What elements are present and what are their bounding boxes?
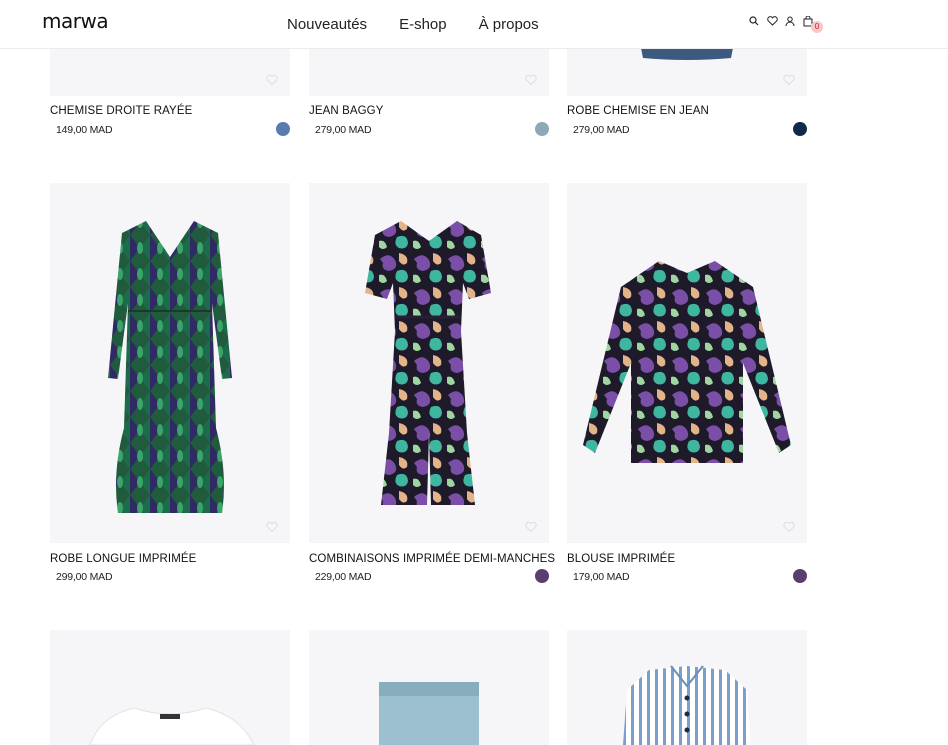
striped-shirt-image <box>623 665 751 745</box>
product-name[interactable]: BLOUSE IMPRIMÉE <box>567 553 675 565</box>
product-name[interactable]: ROBE CHEMISE EN JEAN <box>567 105 709 117</box>
wishlist-heart-icon[interactable] <box>783 74 795 86</box>
product-price: 299,00 MAD <box>56 571 113 583</box>
product-name[interactable]: ROBE LONGUE IMPRIMÉE <box>50 553 196 565</box>
wishlist-heart-icon[interactable] <box>525 521 537 533</box>
product-price: 279,00 MAD <box>573 124 630 136</box>
product-name[interactable]: CHEMISE DROITE RAYÉE <box>50 105 192 117</box>
logo[interactable]: marwa <box>42 9 109 33</box>
wishlist-heart-icon[interactable] <box>266 74 278 86</box>
white-top-image <box>89 707 255 745</box>
search-icon[interactable] <box>748 15 760 27</box>
long-dress-image <box>108 221 232 513</box>
color-swatch[interactable] <box>535 122 549 136</box>
product-name[interactable]: JEAN BAGGY <box>309 105 384 117</box>
wishlist-heart-icon[interactable] <box>266 521 278 533</box>
color-swatch[interactable] <box>793 569 807 583</box>
product-image[interactable] <box>567 183 807 543</box>
jumpsuit-image <box>365 221 491 505</box>
product-image[interactable] <box>309 183 549 543</box>
main-nav: Nouveautés E-shop À propos <box>287 16 539 33</box>
product-price: 179,00 MAD <box>573 571 630 583</box>
product-name[interactable]: COMBINAISONS IMPRIMÉE DEMI-MANCHES <box>309 553 555 565</box>
product-price: 149,00 MAD <box>56 124 113 136</box>
product-price: 279,00 MAD <box>315 124 372 136</box>
product-image[interactable] <box>50 183 290 543</box>
color-swatch[interactable] <box>535 569 549 583</box>
header-icons <box>748 15 814 27</box>
product-image[interactable] <box>50 630 290 745</box>
color-swatch[interactable] <box>276 122 290 136</box>
nav-nouveautes[interactable]: Nouveautés <box>287 16 367 33</box>
user-icon[interactable] <box>784 15 796 27</box>
wishlist-heart-icon[interactable] <box>525 74 537 86</box>
cart-count-badge: 0 <box>811 21 823 33</box>
product-image[interactable] <box>309 630 549 745</box>
product-image[interactable] <box>567 630 807 745</box>
blouse-image <box>583 261 791 463</box>
wishlist-heart-icon[interactable] <box>783 521 795 533</box>
nav-eshop[interactable]: E-shop <box>399 16 447 33</box>
denim-pants-image <box>379 682 479 745</box>
product-price: 229,00 MAD <box>315 571 372 583</box>
nav-a-propos[interactable]: À propos <box>479 16 539 33</box>
site-header: marwa Nouveautés E-shop À propos 0 <box>0 0 948 49</box>
heart-icon[interactable] <box>766 15 778 27</box>
color-swatch[interactable] <box>793 122 807 136</box>
